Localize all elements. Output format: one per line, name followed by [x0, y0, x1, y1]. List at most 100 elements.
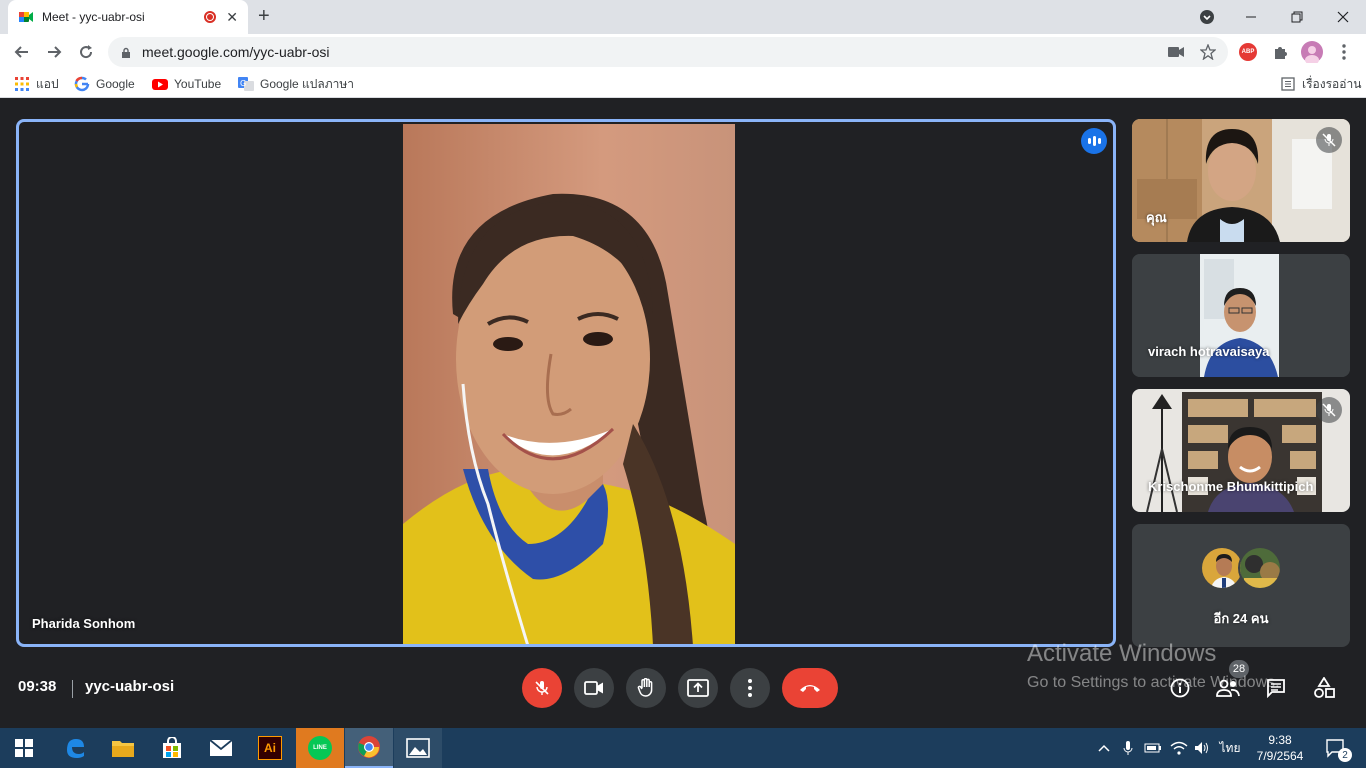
bookmark-label: Google	[96, 77, 135, 91]
taskbar-file-explorer[interactable]	[99, 728, 147, 768]
tab-title: Meet - yyc-uabr-osi	[42, 10, 145, 24]
notification-count: 2	[1338, 748, 1352, 762]
illustrator-icon: Ai	[258, 736, 282, 760]
photos-icon	[406, 738, 430, 758]
camera-in-use-icon[interactable]	[1164, 40, 1188, 64]
back-button[interactable]	[10, 40, 34, 64]
start-button[interactable]	[0, 728, 48, 768]
restore-button[interactable]	[1274, 0, 1320, 34]
forward-button[interactable]	[42, 40, 66, 64]
chrome-icon	[358, 736, 380, 758]
participant-video-frame	[403, 124, 735, 644]
muted-mic-icon	[1316, 397, 1342, 423]
wifi-icon	[1170, 741, 1188, 755]
present-screen-button[interactable]	[678, 668, 718, 708]
minimize-button[interactable]	[1228, 0, 1274, 34]
tray-microphone[interactable]	[1118, 728, 1138, 768]
taskbar-edge[interactable]	[51, 728, 99, 768]
raise-hand-button[interactable]	[626, 668, 666, 708]
meet-favicon-icon	[18, 9, 34, 25]
more-participants-avatars	[1200, 546, 1284, 592]
close-window-button[interactable]	[1320, 0, 1366, 34]
hang-up-icon	[800, 685, 820, 692]
mic-off-icon	[535, 681, 549, 695]
extensions-puzzle-icon[interactable]	[1268, 40, 1292, 64]
arrow-right-icon	[48, 46, 62, 58]
restore-icon	[1291, 11, 1303, 23]
participant-video	[403, 124, 735, 644]
bookmark-google[interactable]: Google	[74, 76, 135, 92]
tray-wifi[interactable]	[1168, 728, 1190, 768]
speaker-icon	[1195, 742, 1208, 754]
bookmark-google-translate[interactable]: G Google แปลภาษา	[238, 76, 354, 92]
activities-shapes-icon	[1314, 677, 1335, 698]
video-camera-icon	[584, 681, 603, 695]
windows-taskbar: Ai LINE ไทย 9:38 7/9/2564 2	[0, 728, 1366, 768]
activities-button[interactable]	[1312, 676, 1336, 700]
tray-battery[interactable]	[1142, 728, 1164, 768]
address-bar[interactable]: meet.google.com/yyc-uabr-osi	[108, 37, 1228, 67]
microphone-icon	[1123, 741, 1133, 755]
folder-icon	[112, 741, 134, 757]
youtube-icon	[152, 76, 168, 92]
speaking-indicator-icon	[1081, 128, 1107, 154]
close-icon	[1337, 11, 1349, 23]
main-video-tile[interactable]: Pharida Sonhom	[16, 119, 1116, 647]
chrome-menu-icon[interactable]	[1332, 40, 1356, 64]
participant-tile-krischonme[interactable]: Krischonme Bhumkittipich	[1132, 389, 1350, 512]
divider	[72, 680, 73, 698]
camera-toggle-button[interactable]	[574, 668, 614, 708]
action-center-button[interactable]: 2	[1318, 728, 1354, 768]
store-bag-icon	[163, 737, 181, 758]
bookmark-youtube[interactable]: YouTube	[152, 76, 221, 92]
taskbar-mail[interactable]	[197, 728, 245, 768]
participant-tile-you[interactable]: คุณ	[1132, 119, 1350, 242]
bookmark-star-icon[interactable]	[1196, 40, 1220, 64]
input-language[interactable]: ไทย	[1216, 728, 1244, 768]
reload-button[interactable]	[74, 40, 98, 64]
bookmark-label: Google แปลภาษา	[260, 76, 355, 91]
main-participant-name: Pharida Sonhom	[32, 616, 136, 631]
microphone-toggle-button[interactable]	[522, 668, 562, 708]
new-tab-button[interactable]: +	[258, 6, 270, 26]
recording-indicator-icon	[204, 11, 217, 23]
more-participants-tile[interactable]: อีก 24 คน	[1132, 524, 1350, 647]
tab-strip: Meet - yyc-uabr-osi ✕ +	[0, 0, 1366, 34]
profile-avatar[interactable]	[1300, 40, 1324, 64]
edge-icon	[67, 739, 84, 758]
show-hidden-icons-button[interactable]	[1094, 728, 1114, 768]
taskbar-line[interactable]: LINE	[296, 728, 344, 768]
browser-toolbar: meet.google.com/yyc-uabr-osi ABP	[0, 34, 1366, 70]
taskbar-store[interactable]	[148, 728, 196, 768]
browser-tab[interactable]: Meet - yyc-uabr-osi ✕	[8, 0, 248, 34]
more-participants-label: อีก 24 คน	[1213, 611, 1269, 626]
taskbar-photos[interactable]	[394, 728, 442, 768]
windows-logo-icon	[15, 739, 33, 757]
participant-name: คุณ	[1146, 210, 1167, 225]
participant-name: Krischonme Bhumkittipich	[1148, 479, 1314, 494]
bookmarks-bar: แอป Google YouTube G Google แปลภาษา เรื่…	[0, 70, 1366, 98]
reading-list-button[interactable]: เรื่องรออ่าน	[1280, 76, 1361, 92]
taskbar-clock[interactable]: 9:38 7/9/2564	[1248, 728, 1312, 768]
tab-search-button[interactable]	[1184, 0, 1230, 34]
bookmark-label: YouTube	[174, 77, 222, 91]
leave-call-button[interactable]	[782, 668, 838, 708]
apps-grid-icon	[14, 76, 30, 92]
bookmark-apps[interactable]: แอป	[14, 76, 59, 92]
present-screen-icon	[687, 679, 709, 697]
tray-volume[interactable]	[1192, 728, 1212, 768]
close-tab-icon[interactable]: ✕	[226, 9, 238, 26]
raise-hand-icon	[637, 678, 653, 697]
meeting-clock: 09:38	[18, 678, 57, 695]
chevron-up-icon	[1098, 744, 1110, 752]
adblock-extension-icon[interactable]: ABP	[1236, 40, 1260, 64]
google-translate-icon: G	[238, 76, 254, 92]
adblock-label: ABP	[1239, 43, 1257, 61]
battery-icon	[1144, 743, 1161, 753]
participant-tile-virach[interactable]: virach hotravaisaya	[1132, 254, 1350, 377]
more-options-button[interactable]	[730, 668, 770, 708]
taskbar-illustrator[interactable]: Ai	[246, 728, 294, 768]
taskbar-chrome[interactable]	[345, 728, 393, 768]
svg-text:G: G	[240, 79, 246, 88]
url-text: meet.google.com/yyc-uabr-osi	[142, 44, 330, 60]
